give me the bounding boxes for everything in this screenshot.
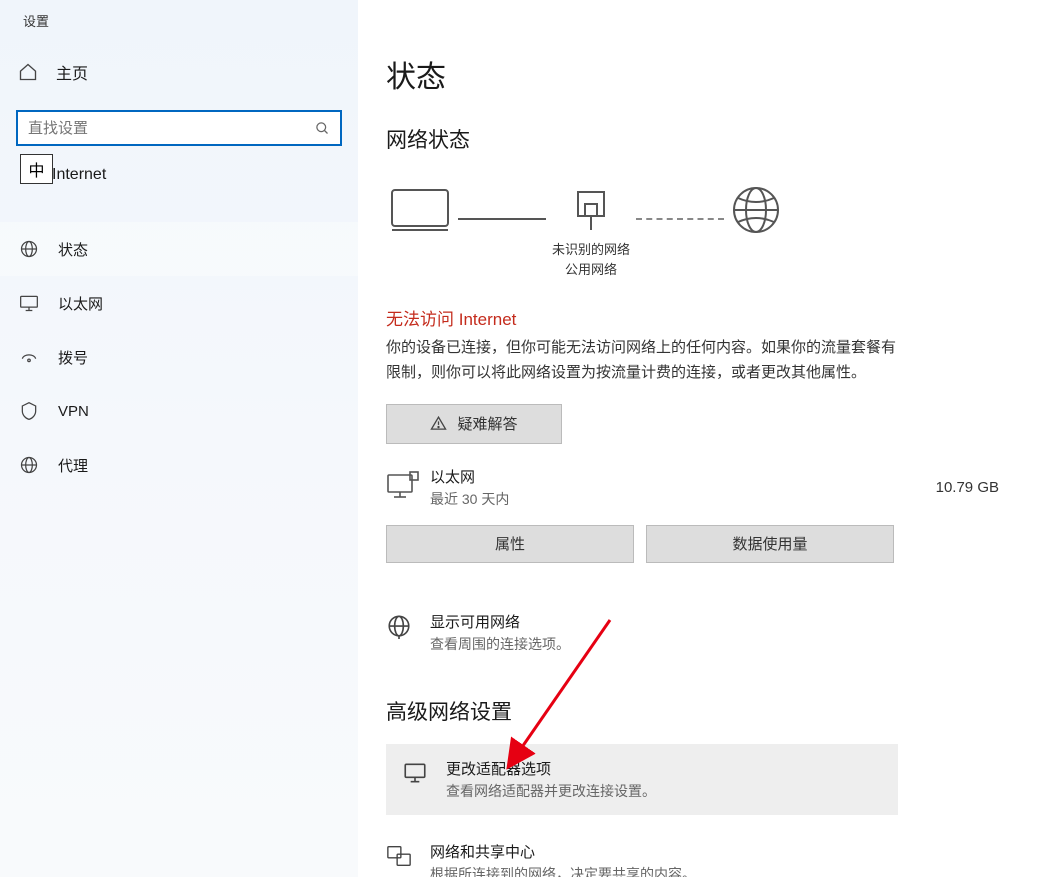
sidebar-item-ethernet[interactable]: 以太网 — [0, 276, 358, 330]
troubleshoot-label: 疑难解答 — [457, 413, 517, 434]
diagram-globe — [730, 184, 782, 281]
sidebar-item-proxy[interactable]: 代理 — [0, 438, 358, 492]
ime-indicator[interactable]: 中 — [20, 154, 53, 184]
sharing-icon — [386, 841, 416, 877]
main-content: 状态 网络状态 未识别的网络 公用网络 无法访问 Intern — [358, 0, 1047, 877]
error-description: 你的设备已连接，但你可能无法访问网络上的任何内容。如果你的流量套餐有限制，则你可… — [386, 336, 898, 386]
sidebar-home-label: 主页 — [56, 60, 88, 84]
sidebar-category-label: Internet — [52, 166, 106, 184]
troubleshoot-button[interactable]: 疑难解答 — [386, 404, 562, 444]
sharing-center-link[interactable]: 网络和共享中心 根据所连接到的网络，决定要共享的内容。 — [386, 841, 1017, 877]
diagram-router-label2: 公用网络 — [565, 262, 617, 277]
sidebar-item-label: 以太网 — [58, 293, 103, 314]
error-title: 无法访问 Internet — [386, 305, 1017, 330]
diagram-conn-dashed — [636, 218, 724, 220]
ethernet-monitor-icon — [386, 470, 430, 504]
sharing-desc: 根据所连接到的网络，决定要共享的内容。 — [430, 864, 696, 877]
sidebar-item-status[interactable]: 状态 — [0, 222, 358, 276]
sidebar-nav: 状态 以太网 拨号 VPN 代理 — [0, 222, 358, 492]
properties-button[interactable]: 属性 — [386, 525, 634, 563]
sidebar-item-label: VPN — [58, 403, 89, 420]
sidebar-item-label: 拨号 — [58, 347, 88, 368]
dialup-icon — [18, 346, 40, 368]
show-networks-desc: 查看周围的连接选项。 — [430, 634, 570, 654]
warning-icon — [430, 415, 447, 432]
vpn-icon — [18, 400, 40, 422]
page-title: 状态 — [386, 52, 1017, 96]
data-usage-button[interactable]: 数据使用量 — [646, 525, 894, 563]
show-networks-link[interactable]: 显示可用网络 查看周围的连接选项。 — [386, 611, 1017, 654]
app-title: 设置 — [0, 0, 358, 30]
diagram-conn-solid — [458, 218, 546, 220]
sidebar: 设置 主页 中 Internet 状态 以太网 — [0, 0, 358, 877]
search-icon — [315, 121, 330, 136]
sharing-title: 网络和共享中心 — [430, 841, 696, 862]
ethernet-name: 以太网 — [430, 466, 936, 487]
adapter-options-card[interactable]: 更改适配器选项 查看网络适配器并更改连接设置。 — [386, 744, 898, 815]
ethernet-recent: 最近 30 天内 — [430, 489, 936, 509]
sidebar-home[interactable]: 主页 — [0, 30, 358, 102]
diagram-pc — [388, 186, 452, 279]
properties-label: 属性 — [495, 533, 525, 554]
sidebar-category: Internet — [0, 146, 358, 188]
home-icon — [18, 62, 38, 82]
diagram-router-label1: 未识别的网络 — [552, 242, 630, 257]
network-diagram: 未识别的网络 公用网络 — [386, 174, 1017, 289]
advanced-heading: 高级网络设置 — [386, 696, 1017, 726]
ethernet-row: 以太网 最近 30 天内 10.79 GB — [386, 466, 1017, 509]
sidebar-item-label: 代理 — [58, 455, 88, 476]
network-status-heading: 网络状态 — [386, 124, 1017, 154]
search-input[interactable] — [28, 120, 315, 137]
search-box[interactable] — [16, 110, 342, 146]
sidebar-item-dialup[interactable]: 拨号 — [0, 330, 358, 384]
sidebar-item-vpn[interactable]: VPN — [0, 384, 358, 438]
proxy-icon — [18, 454, 40, 476]
adapter-options-desc: 查看网络适配器并更改连接设置。 — [446, 781, 656, 801]
show-networks-title: 显示可用网络 — [430, 611, 570, 632]
ethernet-icon — [18, 292, 40, 314]
sidebar-item-label: 状态 — [58, 239, 88, 260]
diagram-router: 未识别的网络 公用网络 — [552, 186, 630, 279]
monitor-icon — [402, 758, 432, 786]
ethernet-usage: 10.79 GB — [936, 479, 1017, 496]
globe-icon — [386, 611, 416, 654]
adapter-options-title: 更改适配器选项 — [446, 758, 656, 779]
status-icon — [18, 238, 40, 260]
data-usage-label: 数据使用量 — [732, 533, 807, 554]
